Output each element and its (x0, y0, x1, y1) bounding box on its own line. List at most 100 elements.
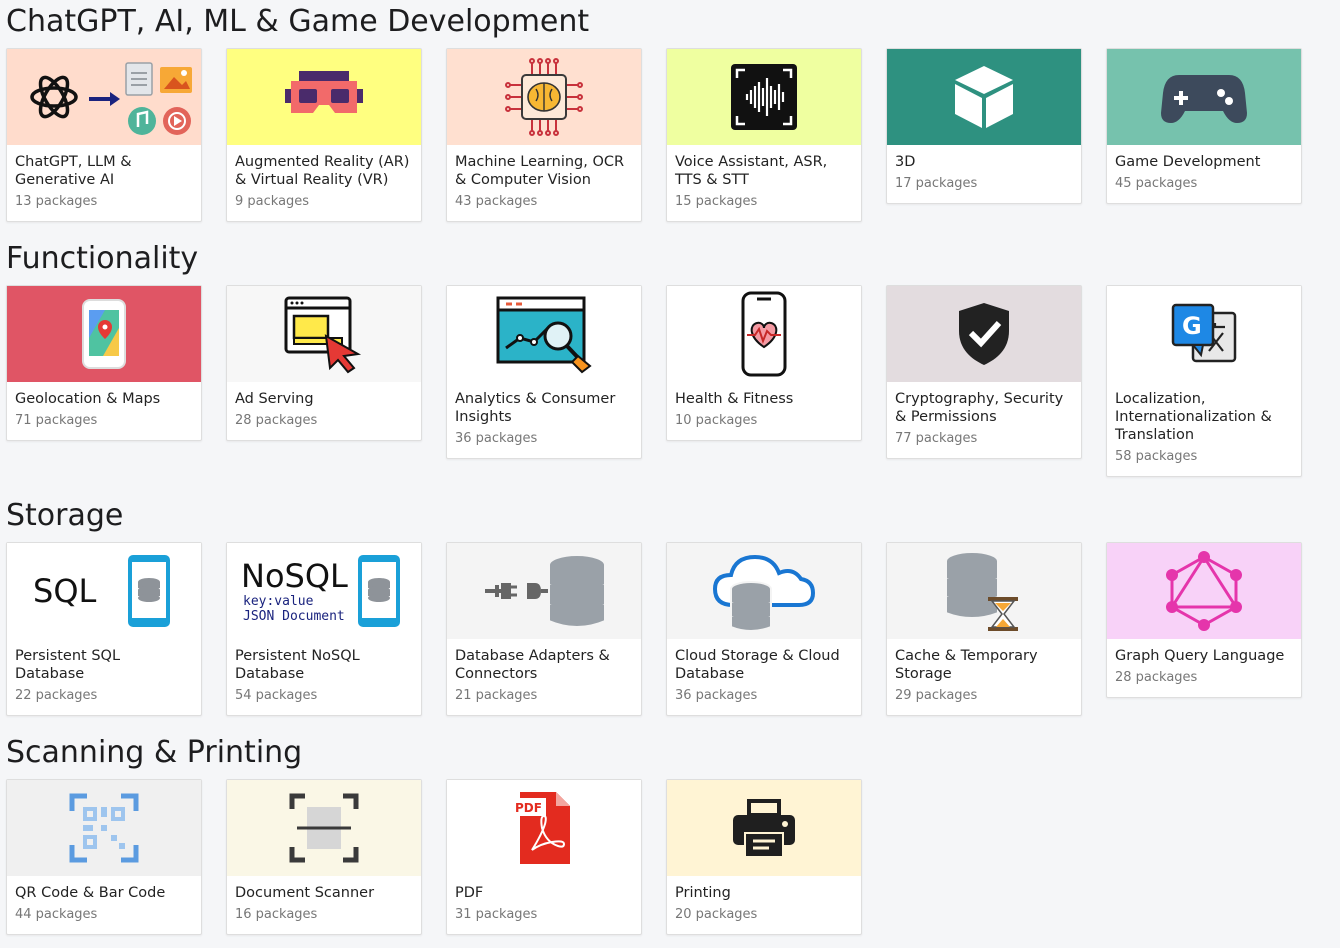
graphql-icon (1166, 551, 1242, 631)
category-card-3d[interactable]: 3D 17 packages (886, 48, 1082, 204)
card-package-count: 15 packages (675, 194, 758, 209)
card-package-count: 36 packages (455, 431, 538, 446)
card-thumbnail (7, 49, 201, 145)
card-package-count: 13 packages (15, 194, 98, 209)
database-plug-icon (485, 554, 606, 628)
health-phone-icon (741, 291, 787, 377)
card-title: Cryptography, Security & Permissions (895, 391, 1064, 425)
category-card-chatgpt[interactable]: ChatGPT, LLM & Generative AI 13 packages (6, 48, 202, 222)
pdf-file-icon: PDF (512, 792, 570, 864)
card-thumbnail: PDF (447, 780, 641, 876)
card-package-count: 43 packages (455, 194, 538, 209)
shield-check-icon (959, 303, 1009, 365)
card-thumbnail (1107, 543, 1301, 639)
sql-database-icon (128, 555, 170, 627)
card-thumbnail (667, 49, 861, 145)
card-title: Machine Learning, OCR & Computer Vision (455, 154, 625, 188)
card-package-count: 29 packages (895, 688, 978, 703)
card-thumbnail (227, 780, 421, 876)
category-card-nosql[interactable]: NoSQL key:value JSON Document Persistent… (226, 542, 422, 716)
category-card-health[interactable]: Health & Fitness 10 packages (666, 285, 862, 441)
card-package-count: 54 packages (235, 688, 318, 703)
card-title: Localization, Internationalization & Tra… (1115, 391, 1272, 443)
category-card-ar-vr[interactable]: Augmented Reality (AR) & Virtual Reality… (226, 48, 422, 222)
category-card-cryptography[interactable]: Cryptography, Security & Permissions 77 … (886, 285, 1082, 459)
card-title: Database Adapters & Connectors (455, 648, 610, 682)
cube-icon (955, 66, 1013, 128)
category-card-voice-assistant[interactable]: Voice Assistant, ASR, TTS & STT 15 packa… (666, 48, 862, 222)
category-card-qr-code[interactable]: QR Code & Bar Code 44 packages (6, 779, 202, 935)
database-hourglass-icon (945, 551, 1018, 631)
section-title: Storage (6, 498, 124, 533)
category-card-analytics[interactable]: Analytics & Consumer Insights 36 package… (446, 285, 642, 459)
qr-scan-icon (69, 793, 139, 863)
gamepad-icon (1161, 75, 1247, 123)
nosql-label: NoSQL (241, 557, 348, 595)
card-title: Cache & Temporary Storage (895, 648, 1038, 682)
card-thumbnail (447, 543, 641, 639)
card-package-count: 71 packages (15, 413, 98, 428)
category-card-cloud-storage[interactable]: Cloud Storage & Cloud Database 36 packag… (666, 542, 862, 716)
svg-text:PDF: PDF (515, 801, 542, 815)
card-package-count: 28 packages (1115, 670, 1198, 685)
card-thumbnail (447, 286, 641, 382)
category-card-cache[interactable]: Cache & Temporary Storage 29 packages (886, 542, 1082, 716)
card-package-count: 22 packages (15, 688, 98, 703)
category-card-ad-serving[interactable]: Ad Serving 28 packages (226, 285, 422, 441)
card-thumbnail: G (1107, 286, 1301, 382)
card-title: Voice Assistant, ASR, TTS & STT (675, 154, 828, 188)
card-package-count: 16 packages (235, 907, 318, 922)
card-package-count: 9 packages (235, 194, 310, 209)
card-title: 3D (895, 154, 916, 170)
category-card-graphql[interactable]: Graph Query Language 28 packages (1106, 542, 1302, 698)
card-title: Persistent SQL Database (15, 648, 121, 682)
category-card-printing[interactable]: Printing 20 packages (666, 779, 862, 935)
map-phone-icon (82, 299, 126, 369)
category-card-machine-learning[interactable]: Machine Learning, OCR & Computer Vision … (446, 48, 642, 222)
ai-generative-icon (30, 62, 192, 135)
card-thumbnail (887, 49, 1081, 145)
category-card-database-adapters[interactable]: Database Adapters & Connectors 21 packag… (446, 542, 642, 716)
card-title: Persistent NoSQL Database (235, 648, 360, 682)
nosql-text-block: NoSQL key:value JSON Document (241, 558, 348, 624)
card-title: Geolocation & Maps (15, 391, 161, 407)
nosql-sub-label: JSON Document (243, 609, 345, 624)
card-title: Document Scanner (235, 885, 375, 901)
nosql-database-icon (358, 555, 400, 627)
card-title: Cloud Storage & Cloud Database (675, 648, 840, 682)
card-thumbnail (7, 286, 201, 382)
card-package-count: 10 packages (675, 413, 758, 428)
card-package-count: 28 packages (235, 413, 318, 428)
card-package-count: 21 packages (455, 688, 538, 703)
analytics-icon (496, 296, 592, 374)
brain-chip-icon (505, 58, 583, 136)
category-card-pdf[interactable]: PDF PDF 31 packages (446, 779, 642, 935)
card-package-count: 17 packages (895, 176, 978, 191)
card-thumbnail (447, 49, 641, 145)
translate-icon: G (1171, 303, 1237, 363)
category-card-game-development[interactable]: Game Development 45 packages (1106, 48, 1302, 204)
card-title: Game Development (1115, 154, 1261, 170)
category-card-sql[interactable]: SQL Persistent SQL Database 22 packages (6, 542, 202, 716)
card-thumbnail: SQL (7, 543, 201, 639)
card-thumbnail (227, 286, 421, 382)
nosql-sub-label: key:value (243, 594, 314, 609)
category-card-localization[interactable]: G Localization, Internationalization & T… (1106, 285, 1302, 477)
document-scan-icon (289, 793, 359, 863)
card-title: Graph Query Language (1115, 648, 1285, 664)
section-title: Functionality (6, 241, 199, 276)
card-thumbnail (7, 780, 201, 876)
category-card-geolocation[interactable]: Geolocation & Maps 71 packages (6, 285, 202, 441)
card-package-count: 77 packages (895, 431, 978, 446)
card-package-count: 20 packages (675, 907, 758, 922)
card-thumbnail: NoSQL key:value JSON Document (227, 543, 421, 639)
card-title: Health & Fitness (675, 391, 794, 407)
cloud-database-icon (712, 554, 816, 632)
card-thumbnail (667, 543, 861, 639)
card-title: Augmented Reality (AR) & Virtual Reality… (235, 154, 410, 188)
category-card-document-scanner[interactable]: Document Scanner 16 packages (226, 779, 422, 935)
card-package-count: 36 packages (675, 688, 758, 703)
card-package-count: 31 packages (455, 907, 538, 922)
card-package-count: 44 packages (15, 907, 98, 922)
voice-waveform-icon (731, 64, 797, 130)
